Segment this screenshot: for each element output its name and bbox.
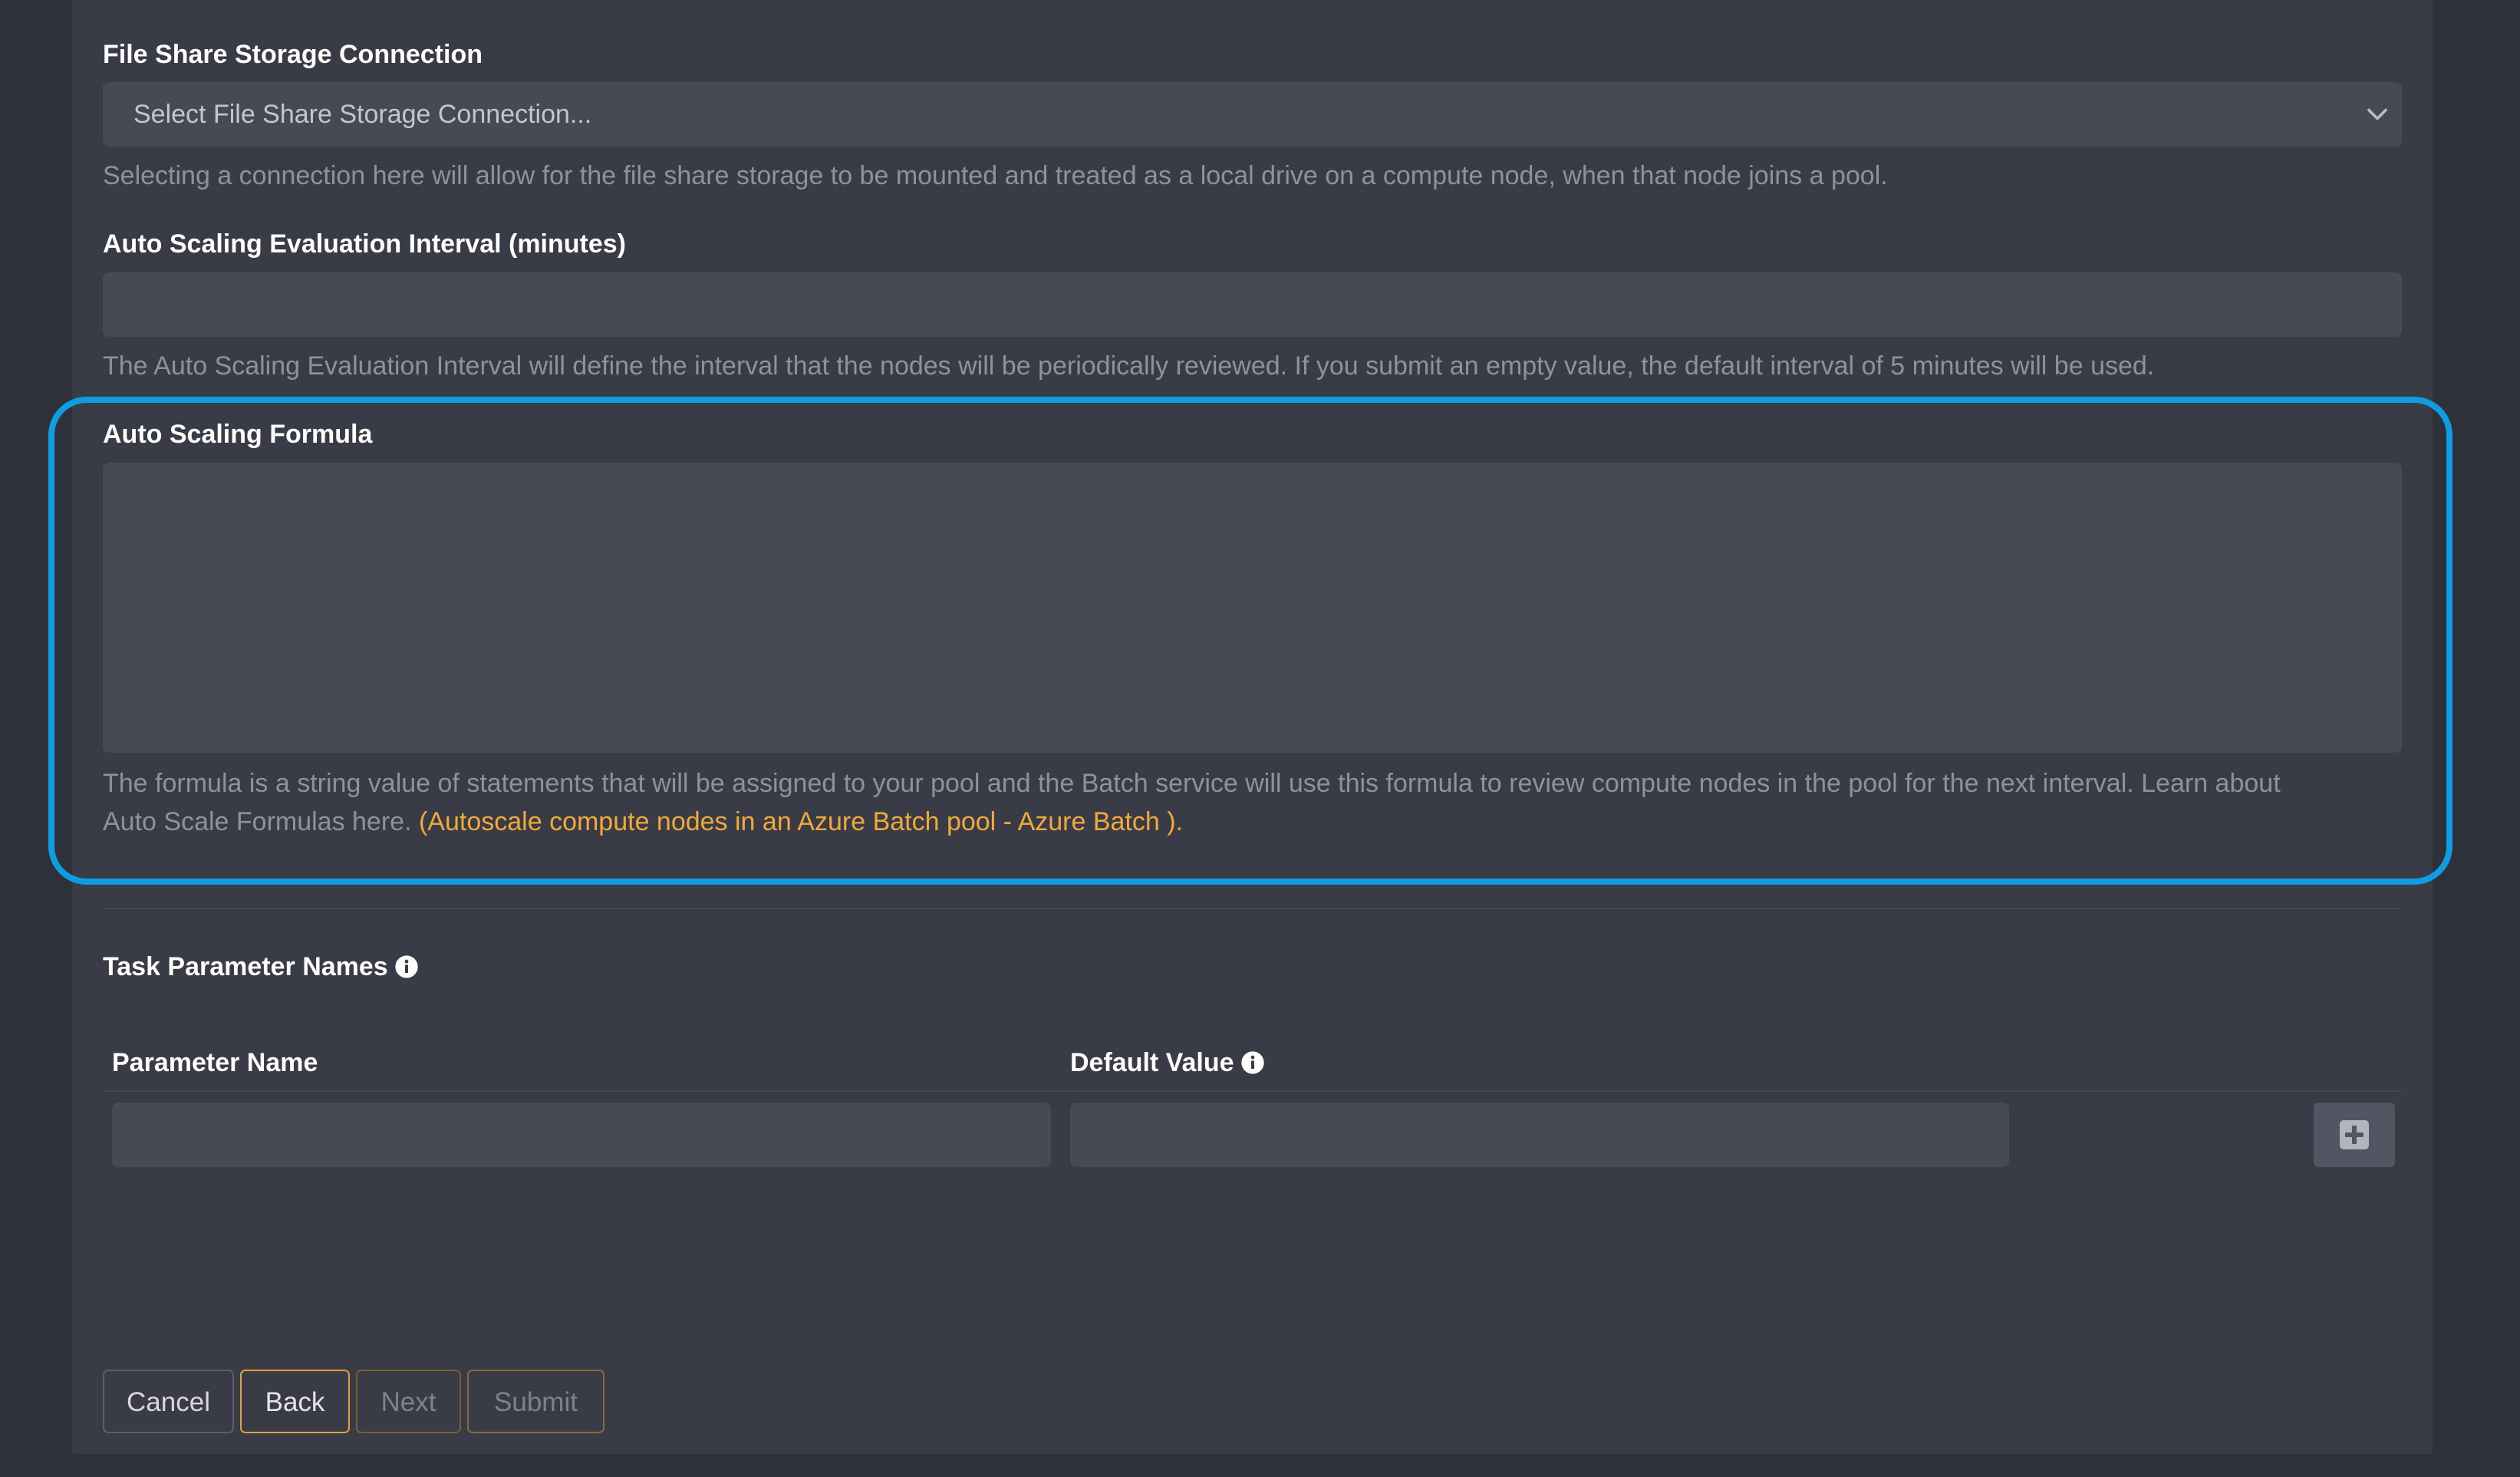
info-icon[interactable] xyxy=(1240,1050,1265,1075)
formula-help-line1: The formula is a string value of stateme… xyxy=(103,769,2281,798)
interval-help: The Auto Scaling Evaluation Interval wil… xyxy=(103,351,2155,381)
file-share-select-placeholder: Select File Share Storage Connection... xyxy=(133,100,592,129)
interval-input[interactable] xyxy=(103,272,2402,337)
formula-textarea[interactable] xyxy=(103,463,2402,753)
page: File Share Storage Connection Select Fil… xyxy=(0,0,2520,1477)
plus-square-icon xyxy=(2340,1120,2369,1149)
file-share-label: File Share Storage Connection xyxy=(103,40,483,69)
autoscale-docs-link[interactable]: (Autoscale compute nodes in an Azure Bat… xyxy=(419,807,1183,836)
file-share-select[interactable]: Select File Share Storage Connection... xyxy=(103,82,2402,147)
add-parameter-button[interactable] xyxy=(2314,1103,2395,1167)
formula-help-text: Auto Scale Formulas here. xyxy=(103,807,412,836)
table-header-divider xyxy=(103,1090,2402,1092)
interval-label: Auto Scaling Evaluation Interval (minute… xyxy=(103,229,626,259)
column-header-default-value: Default Value xyxy=(1070,1047,1265,1078)
file-share-help: Selecting a connection here will allow f… xyxy=(103,161,1888,190)
cancel-button[interactable]: Cancel xyxy=(103,1370,234,1433)
next-button[interactable]: Next xyxy=(356,1370,461,1433)
default-value-input[interactable] xyxy=(1070,1103,2009,1167)
submit-button[interactable]: Submit xyxy=(467,1370,604,1433)
chevron-down-icon xyxy=(2367,108,2387,120)
column-header-parameter-name: Parameter Name xyxy=(112,1048,318,1077)
formula-label: Auto Scaling Formula xyxy=(103,420,373,449)
column-header-default-value-text: Default Value xyxy=(1070,1048,1234,1077)
back-button[interactable]: Back xyxy=(240,1370,350,1433)
parameter-name-input[interactable] xyxy=(112,1103,1051,1167)
formula-help-line2: Auto Scale Formulas here. (Autoscale com… xyxy=(103,803,1183,841)
task-parameters-title-text: Task Parameter Names xyxy=(103,952,388,981)
task-parameters-title: Task Parameter Names xyxy=(103,951,419,982)
section-divider xyxy=(103,908,2402,909)
info-icon[interactable] xyxy=(394,954,419,979)
